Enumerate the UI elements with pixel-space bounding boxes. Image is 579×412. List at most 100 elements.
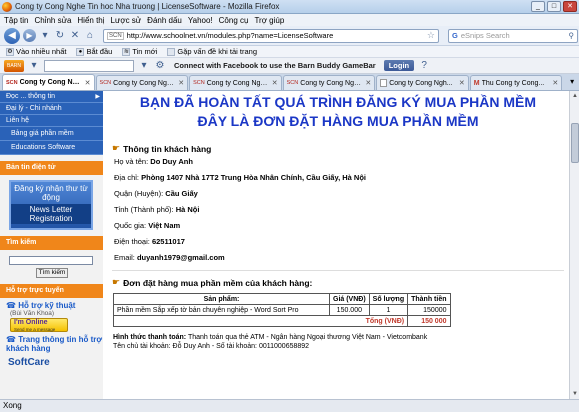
cell-quantity: 1 [368, 304, 409, 316]
help-icon[interactable]: ? [418, 60, 430, 72]
reload-icon[interactable]: ↻ [54, 30, 66, 42]
order-table: Sản phẩm: Giá (VNĐ) Số lượng Thành tiền … [112, 293, 451, 327]
info-icon: ☎ [6, 335, 16, 344]
search-icon[interactable]: ⚲ [569, 31, 575, 40]
minimize-button[interactable]: _ [531, 1, 545, 12]
bookmark-getting-started[interactable]: ● Bắt đầu [76, 47, 112, 56]
close-tab-icon[interactable]: ✕ [272, 79, 278, 87]
field-city: Tỉnh (Thành phố): Hà Nội [114, 205, 200, 214]
tab-3[interactable]: SCN Cong ty Cong Ngh... ✕ [189, 75, 282, 90]
navigation-toolbar: ◀ ▶ ▾ ↻ ✕ ⌂ SCN http://www.schoolnet.vn/… [0, 26, 579, 46]
total-label: Tổng (VNĐ) [112, 315, 409, 327]
scroll-thumb[interactable] [571, 123, 579, 163]
menu-bookmarks[interactable]: Đánh dấu [147, 16, 182, 25]
menu-bar: Tập tin Chỉnh sửa Hiển thị Lược sử Đánh … [0, 14, 579, 26]
url-bar[interactable]: SCN http://www.schoolnet.vn/modules.php?… [103, 28, 439, 43]
headset-icon: ☎ [6, 301, 16, 310]
gear-icon[interactable]: ⚙ [154, 60, 166, 72]
site-favicon: SCN [99, 80, 112, 86]
gear-icon: ⚙ [6, 47, 14, 56]
table-total-row: Tổng (VNĐ) 150 000 [112, 315, 451, 327]
firefox-icon: ● [76, 47, 85, 56]
scroll-down-icon[interactable]: ▼ [570, 389, 579, 399]
barn-buddy-logo[interactable]: BARN [4, 59, 24, 72]
tab-4[interactable]: SCN Cong ty Cong Ngh... ✕ [282, 75, 376, 90]
page-icon [380, 79, 388, 87]
gamebar-toolbar: BARN ▾ ▾ ⚙ Connect with Facebook to use … [0, 58, 579, 74]
bookmark-trouble-loading[interactable]: Gặp vấn đề khi tải trang [167, 47, 257, 56]
softcare-logo[interactable]: SoftCare [8, 357, 103, 368]
tab-1[interactable]: SCN Cong ty Cong Ngh... ✕ [2, 74, 95, 90]
menu-file[interactable]: Tập tin [4, 16, 28, 25]
table-row: Phần mềm Sắp xếp tờ bản chuyên nghiệp - … [113, 304, 451, 316]
payment-method: Hình thức thanh toán: Thanh toán qua thẻ… [113, 334, 428, 341]
close-tab-icon[interactable]: ✕ [365, 79, 371, 87]
dropdown-icon[interactable]: ▾ [138, 60, 150, 72]
page-content: Đọc ... thông tin ▶ Đại lý - Chi nhánh Li… [0, 91, 569, 399]
bookmark-most-visited[interactable]: ⚙ Vào nhiều nhất [6, 47, 66, 56]
total-value: 150 000 [407, 315, 451, 327]
tab-list-icon[interactable]: ▾ [565, 77, 579, 90]
stop-icon[interactable]: ✕ [69, 30, 81, 42]
tab-6[interactable]: M Thu Cong ty Cong... ✕ [469, 75, 563, 90]
home-icon[interactable]: ⌂ [84, 30, 96, 42]
url-text[interactable]: http://www.schoolnet.vn/modules.php?name… [127, 31, 334, 40]
cell-product: Phần mềm Sắp xếp tờ bản chuyên nghiệp - … [113, 304, 330, 316]
sidebar-item-contact[interactable]: Liên hệ [0, 115, 103, 127]
sidebar-search-input[interactable] [9, 256, 93, 265]
close-tab-icon[interactable]: ✕ [459, 79, 465, 87]
col-price: Giá (VNĐ) [329, 293, 370, 305]
customer-info-title: ☛ Thông tin khách hàng [112, 143, 212, 154]
account-info: Tên chủ tài khoản: Đỗ Duy Anh - Số tài k… [113, 343, 310, 350]
support-person: (Bùi Văn Khoa) [10, 310, 55, 317]
facebook-connect-text: Connect with Facebook to use the Barn Bu… [174, 61, 376, 70]
close-tab-icon[interactable]: ✕ [552, 79, 558, 87]
site-favicon: SCN [107, 31, 124, 40]
search-bar[interactable]: G eSnips Search ⚲ [448, 28, 578, 43]
sidebar-item-price-list[interactable]: Bảng giá phần mềm [0, 127, 103, 141]
chevron-down-icon[interactable]: ▾ [28, 60, 40, 72]
bookmark-star-icon[interactable]: ☆ [427, 30, 435, 41]
maximize-button[interactable]: □ [547, 1, 561, 12]
back-button[interactable]: ◀ [4, 27, 20, 44]
field-address: Địa chỉ: Phòng 1407 Nhà 17T2 Trung Hòa N… [114, 173, 367, 182]
menu-yahoo[interactable]: Yahoo! [188, 16, 213, 25]
pointing-hand-icon: ☛ [112, 277, 121, 287]
bookmark-latest-headlines[interactable]: ≋ Tin mới [122, 47, 157, 56]
field-email: Email: duyanh1979@gmail.com [114, 253, 225, 262]
gamebar-input[interactable] [44, 59, 134, 72]
customer-info-link[interactable]: ☎ Trang thông tin hỗ trợ khách hàng [0, 335, 103, 353]
field-phone: Điện thoại: 62511017 [114, 237, 185, 246]
yahoo-online-badge[interactable]: I'm Online Send me a message [10, 318, 68, 332]
site-favicon: SCN [6, 79, 18, 86]
close-tab-icon[interactable]: ✕ [178, 79, 184, 87]
menu-history[interactable]: Lược sử [111, 16, 142, 25]
newsletter-banner[interactable]: Đăng ký nhận thư từ động News Letter Reg… [9, 180, 93, 230]
menu-view[interactable]: Hiển thị [77, 16, 104, 25]
menu-help[interactable]: Trợ giúp [254, 16, 284, 25]
close-tab-icon[interactable]: ✕ [85, 79, 91, 87]
field-district: Quận (Huyện): Cầu Giấy [114, 189, 198, 198]
sidebar-search-button[interactable]: Tìm kiếm [36, 268, 68, 278]
sidebar-item-read-info[interactable]: Đọc ... thông tin ▶ [0, 91, 103, 103]
table-header-row: Sản phẩm: Giá (VNĐ) Số lượng Thành tiền [113, 293, 451, 305]
sidebar-item-educations-software[interactable]: Educations Software [0, 141, 103, 155]
history-dropdown-icon[interactable]: ▾ [39, 30, 51, 42]
sidebar-item-agents[interactable]: Đại lý - Chi nhánh [0, 103, 103, 115]
tab-5[interactable]: Cong ty Cong Ngh... ✕ [376, 75, 469, 90]
menu-tools[interactable]: Công cụ [219, 16, 249, 25]
close-window-button[interactable]: ✕ [563, 1, 577, 12]
tech-support-link[interactable]: ☎ Hỗ trợ kỹ thuật [0, 301, 103, 310]
site-favicon: SCN [286, 80, 299, 86]
scroll-up-icon[interactable]: ▲ [570, 91, 579, 101]
pointing-hand-icon: ☛ [112, 143, 121, 153]
tab-2[interactable]: SCN Cong ty Cong Ngh... ✕ [95, 75, 189, 90]
menu-edit[interactable]: Chỉnh sửa [34, 16, 71, 25]
search-placeholder[interactable]: eSnips Search [461, 31, 510, 40]
cell-price: 150.000 [329, 304, 370, 316]
page-scrollbar[interactable]: ▲ ▼ [569, 91, 579, 399]
login-button[interactable]: Login [383, 60, 415, 71]
bookmarks-toolbar: ⚙ Vào nhiều nhất ● Bắt đầu ≋ Tin mới Gặp vấ… [0, 46, 579, 58]
search-engine-icon[interactable]: G [452, 31, 458, 40]
forward-button[interactable]: ▶ [23, 29, 36, 42]
